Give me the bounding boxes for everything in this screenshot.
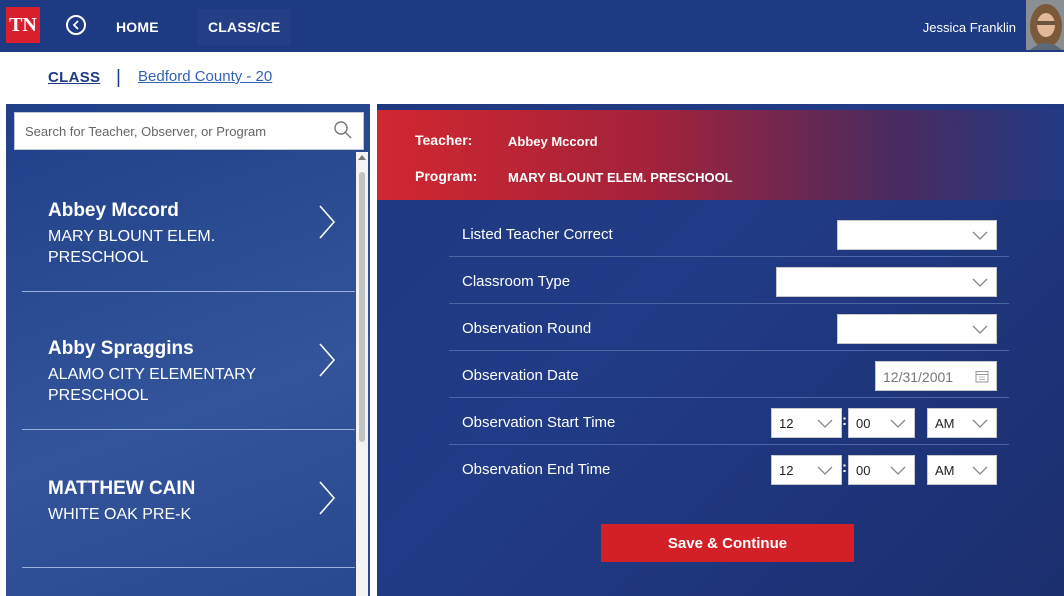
chevron-down-icon — [890, 419, 906, 428]
breadcrumb: CLASS | Bedford County - 20 — [0, 52, 1064, 102]
observation-date-label: Observation Date — [462, 367, 579, 384]
user-name[interactable]: Jessica Franklin — [923, 20, 1016, 35]
nav-home[interactable]: HOME — [116, 19, 159, 35]
start-hour-select[interactable]: 12 — [771, 408, 842, 438]
breadcrumb-county-link[interactable]: Bedford County - 20 — [138, 68, 272, 85]
teacher-value: Abbey Mccord — [508, 134, 598, 149]
end-minute-select[interactable]: 00 — [848, 455, 915, 485]
list-item-program: WHITE OAK PRE-K — [48, 506, 192, 523]
list-item[interactable]: MATTHEW CAIN WHITE OAK PRE-K — [22, 430, 355, 568]
program-label: Program: — [415, 168, 478, 184]
program-value: MARY BLOUNT ELEM. PRESCHOOL — [508, 170, 733, 185]
start-minute-value: 00 — [856, 416, 871, 431]
teacher-list-panel: Abbey Mccord MARY BLOUNT ELEM. PRESCHOOL… — [6, 104, 370, 596]
start-time-label: Observation Start Time — [462, 414, 616, 431]
end-time-label: Observation End Time — [462, 461, 611, 478]
search-box — [14, 112, 364, 150]
chevron-down-icon — [890, 466, 906, 475]
teacher-label: Teacher: — [415, 132, 473, 148]
teacher-header: Teacher: Abbey Mccord Program: MARY BLOU… — [377, 110, 1064, 200]
observation-form-panel: Teacher: Abbey Mccord Program: MARY BLOU… — [377, 104, 1064, 596]
calendar-icon[interactable] — [975, 370, 989, 383]
chevron-right-icon — [319, 205, 336, 239]
observation-round-select[interactable] — [837, 314, 997, 344]
avatar[interactable] — [1026, 0, 1064, 50]
chevron-left-icon — [72, 20, 79, 30]
end-minute-value: 00 — [856, 463, 871, 478]
chevron-right-icon — [319, 481, 336, 515]
top-nav-bar: TN HOME CLASS/CE Jessica Franklin — [0, 0, 1064, 52]
chevron-down-icon — [817, 419, 833, 428]
tn-logo[interactable]: TN — [6, 7, 40, 43]
search-icon[interactable] — [333, 120, 353, 140]
list-item[interactable]: Abby Spraggins ALAMO CITY ELEMENTARY PRE… — [22, 292, 355, 430]
form-row-observation-round: Observation Round — [449, 304, 1009, 351]
form-row-end-time: Observation End Time 12 : 00 AM — [449, 445, 1009, 492]
save-continue-button[interactable]: Save & Continue — [601, 524, 854, 562]
breadcrumb-separator: | — [116, 67, 121, 88]
chevron-down-icon — [972, 419, 988, 428]
start-hour-value: 12 — [779, 416, 794, 431]
list-item-name: MATTHEW CAIN — [48, 478, 196, 499]
scroll-up-icon[interactable] — [358, 155, 366, 160]
classroom-type-select[interactable] — [776, 267, 997, 297]
list-item-program: ALAMO CITY ELEMENTARY PRESCHOOL — [48, 366, 256, 404]
chevron-down-icon — [972, 278, 988, 287]
list-item[interactable]: Abbey Mccord MARY BLOUNT ELEM. PRESCHOOL — [22, 154, 355, 292]
classroom-type-label: Classroom Type — [462, 273, 571, 290]
form-row-classroom-type: Classroom Type — [449, 257, 1009, 304]
listed-teacher-label: Listed Teacher Correct — [462, 226, 613, 243]
chevron-right-icon — [319, 343, 336, 377]
chevron-down-icon — [972, 231, 988, 240]
list-item-name: Abby Spraggins — [48, 338, 194, 359]
form-row-start-time: Observation Start Time 12 : 00 AM — [449, 398, 1009, 445]
observation-round-label: Observation Round — [462, 320, 592, 337]
form-row-observation-date: Observation Date 12/31/2001 — [449, 351, 1009, 398]
form-row-listed-teacher: Listed Teacher Correct — [449, 210, 1009, 257]
list-item-name: Abbey Mccord — [48, 200, 179, 221]
start-minute-select[interactable]: 00 — [848, 408, 915, 438]
search-input[interactable] — [15, 113, 325, 149]
chevron-down-icon — [972, 466, 988, 475]
end-ampm-select[interactable]: AM — [927, 455, 997, 485]
observation-date-placeholder: 12/31/2001 — [883, 369, 954, 385]
list-item-program: MARY BLOUNT ELEM. PRESCHOOL — [48, 228, 216, 266]
end-ampm-value: AM — [935, 463, 955, 478]
back-button[interactable] — [66, 15, 86, 35]
end-hour-value: 12 — [779, 463, 794, 478]
time-separator: : — [842, 459, 847, 476]
listed-teacher-select[interactable] — [837, 220, 997, 250]
scrollbar-thumb[interactable] — [359, 172, 365, 442]
list-scrollbar[interactable] — [356, 152, 368, 596]
chevron-down-icon — [817, 466, 833, 475]
breadcrumb-class-link[interactable]: CLASS — [48, 69, 100, 86]
start-ampm-select[interactable]: AM — [927, 408, 997, 438]
start-ampm-value: AM — [935, 416, 955, 431]
nav-class-ce[interactable]: CLASS/CE — [197, 9, 292, 45]
chevron-down-icon — [972, 325, 988, 334]
time-separator: : — [842, 412, 847, 429]
end-hour-select[interactable]: 12 — [771, 455, 842, 485]
observation-date-field[interactable]: 12/31/2001 — [875, 361, 997, 391]
